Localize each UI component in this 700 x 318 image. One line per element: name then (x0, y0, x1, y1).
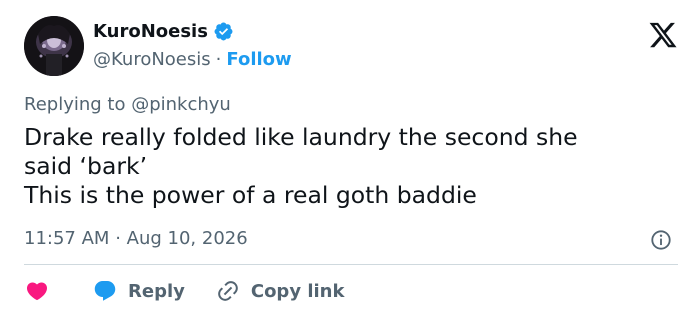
replying-to-prefix: Replying to (24, 94, 126, 115)
avatar[interactable] (24, 16, 84, 76)
reply-button[interactable]: Reply (92, 279, 185, 303)
author-name-row: KuroNoesis (93, 21, 234, 42)
follow-button[interactable]: Follow (226, 49, 291, 70)
separator-dot: · (215, 49, 222, 70)
copy-link-label: Copy link (250, 280, 345, 302)
replying-to-line: Replying to @pinkchyu (24, 94, 231, 115)
tweet-text-line: This is the power of a real goth baddie (24, 181, 477, 209)
tweet-text: Drake really folded like laundry the sec… (24, 123, 664, 210)
timestamp-separator: · (115, 228, 121, 249)
copy-link-button[interactable]: Copy link (215, 279, 345, 303)
tweet-actions: Reply Copy link (24, 278, 344, 304)
tweet-embed-card: KuroNoesis @KuroNoesis · Follow Replying… (0, 0, 700, 318)
replying-to-mention[interactable]: @pinkchyu (131, 94, 231, 115)
verified-badge-icon (214, 22, 233, 41)
timestamp-date: Aug 10, 2026 (126, 228, 248, 249)
avatar-image (24, 16, 84, 76)
author-handle-row: @KuroNoesis · Follow (93, 49, 292, 70)
heart-icon (26, 282, 48, 301)
author-handle[interactable]: @KuroNoesis (93, 49, 211, 70)
author-display-name[interactable]: KuroNoesis (93, 21, 208, 42)
tweet-text-line: said ‘bark’ (24, 152, 148, 180)
tweet-timestamp[interactable]: 11:57 AM · Aug 10, 2026 (24, 228, 248, 249)
info-icon[interactable] (650, 229, 672, 251)
link-icon (218, 281, 238, 301)
timestamp-time: 11:57 AM (24, 228, 110, 249)
divider (24, 264, 678, 265)
tweet-text-line: Drake really folded like laundry the sec… (24, 123, 578, 151)
like-button[interactable] (24, 279, 50, 303)
x-logo-icon[interactable] (648, 20, 678, 50)
reply-bubble-icon (94, 281, 116, 301)
reply-label: Reply (128, 280, 185, 302)
